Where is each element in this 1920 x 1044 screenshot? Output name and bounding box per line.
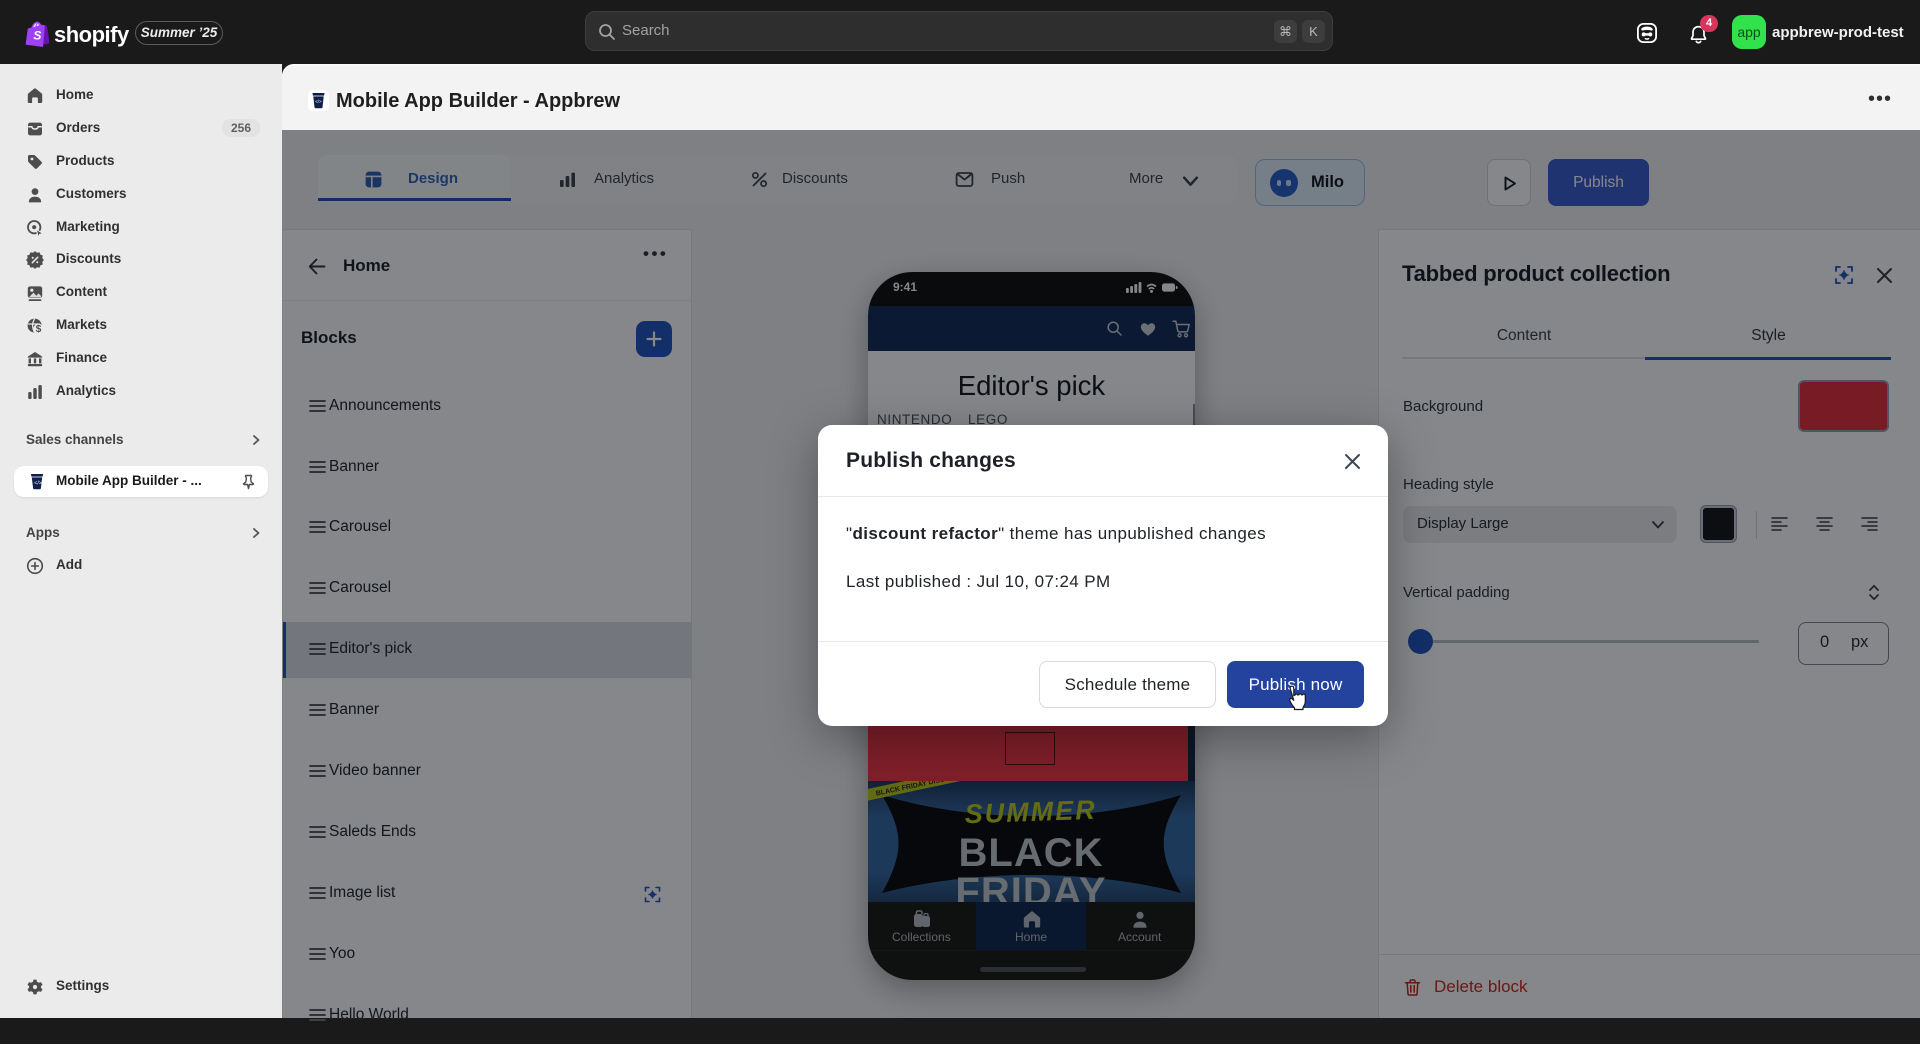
svg-text:$: $: [36, 324, 42, 335]
svg-text:S: S: [33, 29, 41, 43]
svg-text:</>: </>: [315, 99, 322, 104]
svg-text:</>: </>: [34, 481, 42, 487]
